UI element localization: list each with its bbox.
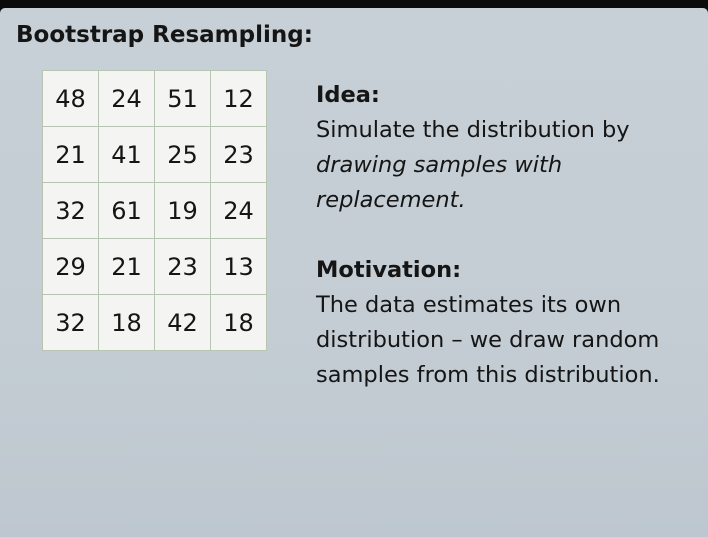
grid-row: 29 21 23 13 — [42, 238, 267, 295]
data-grid: 48 24 51 12 21 41 25 23 32 61 19 24 29 2… — [42, 70, 267, 351]
grid-cell: 24 — [210, 182, 267, 239]
grid-cell: 21 — [98, 238, 155, 295]
grid-cell: 51 — [154, 70, 211, 127]
idea-text: Simulate the distribution by drawing sam… — [316, 113, 696, 218]
motivation-block: Motivation: The data estimates its own d… — [316, 253, 696, 393]
grid-cell: 32 — [42, 294, 99, 351]
grid-cell: 19 — [154, 182, 211, 239]
grid-cell: 32 — [42, 182, 99, 239]
grid-row: 21 41 25 23 — [42, 126, 267, 183]
grid-cell: 42 — [154, 294, 211, 351]
slide-title: Bootstrap Resampling: — [16, 22, 313, 48]
grid-row: 32 18 42 18 — [42, 294, 267, 351]
grid-cell: 61 — [98, 182, 155, 239]
idea-text-plain: Simulate the distribution by — [316, 117, 630, 143]
grid-cell: 18 — [210, 294, 267, 351]
grid-cell: 23 — [154, 238, 211, 295]
grid-cell: 48 — [42, 70, 99, 127]
grid-cell: 21 — [42, 126, 99, 183]
grid-cell: 13 — [210, 238, 267, 295]
grid-cell: 29 — [42, 238, 99, 295]
grid-cell: 25 — [154, 126, 211, 183]
grid-row: 32 61 19 24 — [42, 182, 267, 239]
idea-text-italic: drawing samples with replacement. — [316, 152, 563, 213]
motivation-heading: Motivation: — [316, 257, 462, 283]
idea-heading: Idea: — [316, 82, 380, 108]
grid-cell: 23 — [210, 126, 267, 183]
motivation-text: The data estimates its own distribution … — [316, 292, 660, 388]
slide: Bootstrap Resampling: 48 24 51 12 21 41 … — [0, 8, 708, 537]
grid-cell: 41 — [98, 126, 155, 183]
grid-cell: 18 — [98, 294, 155, 351]
grid-cell: 12 — [210, 70, 267, 127]
grid-cell: 24 — [98, 70, 155, 127]
idea-block: Idea: Simulate the distribution by drawi… — [316, 78, 696, 218]
grid-row: 48 24 51 12 — [42, 70, 267, 127]
explanation-column: Idea: Simulate the distribution by drawi… — [316, 78, 696, 393]
